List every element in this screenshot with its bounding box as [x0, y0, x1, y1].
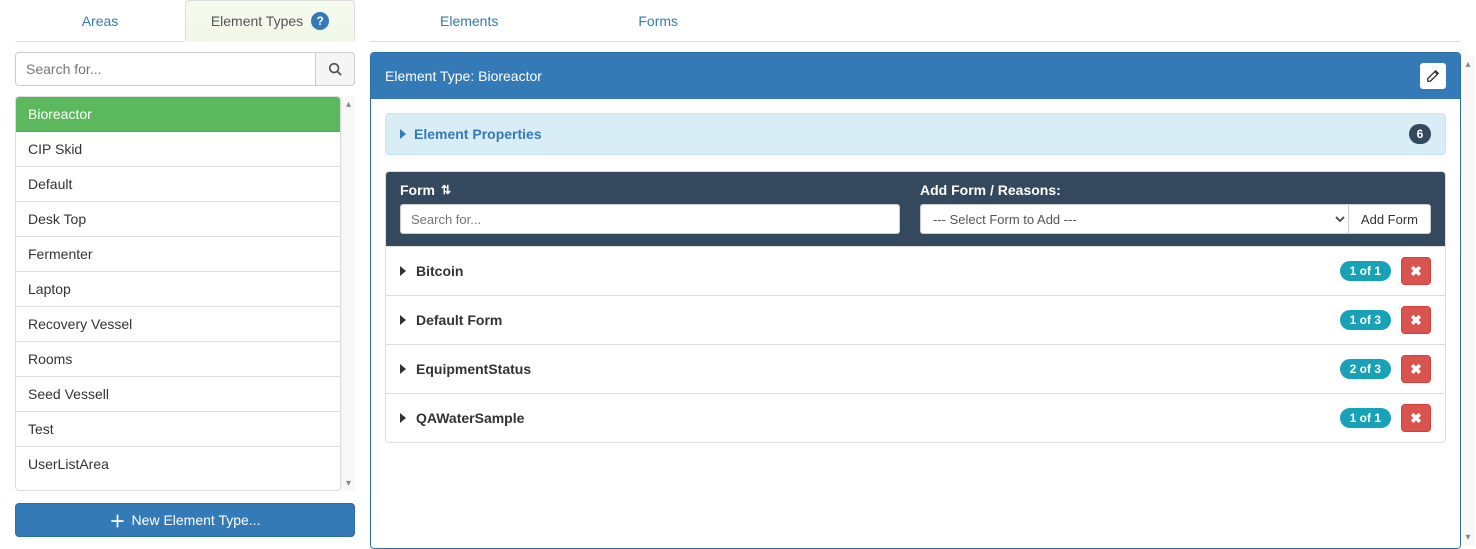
form-row: QAWaterSample 1 of 1 ✖: [386, 393, 1445, 442]
form-count-badge: 2 of 3: [1340, 359, 1391, 379]
chevron-right-icon: [400, 129, 406, 139]
tab-forms-label: Forms: [638, 13, 678, 29]
delete-form-button[interactable]: ✖: [1401, 355, 1431, 383]
scroll-up-icon[interactable]: ▴: [343, 96, 354, 112]
form-section-header: Form ⇅ Add Form / Reasons: --- S: [386, 172, 1445, 246]
list-scrollbar[interactable]: ▴ ▾: [341, 96, 355, 491]
form-name: EquipmentStatus: [416, 361, 531, 377]
properties-count-badge: 6: [1409, 124, 1431, 144]
form-select[interactable]: --- Select Form to Add ---: [920, 204, 1349, 234]
close-icon: ✖: [1410, 312, 1422, 329]
list-item[interactable]: Seed Vessell: [16, 377, 340, 412]
panel-title: Element Type: Bioreactor: [385, 68, 542, 84]
form-column-label: Form: [400, 182, 435, 198]
form-name: Bitcoin: [416, 263, 463, 279]
list-item[interactable]: Desk Top: [16, 202, 340, 237]
sort-icon[interactable]: ⇅: [441, 183, 451, 197]
close-icon: ✖: [1410, 361, 1422, 378]
tab-forms[interactable]: Forms: [608, 3, 708, 39]
element-properties-label: Element Properties: [414, 126, 542, 142]
chevron-right-icon: [400, 413, 406, 423]
tab-element-types-label: Element Types: [211, 13, 303, 29]
chevron-right-icon: [400, 315, 406, 325]
form-section: Form ⇅ Add Form / Reasons: --- S: [385, 171, 1446, 443]
close-icon: ✖: [1410, 410, 1422, 427]
main-content: Elements Forms Element Type: Bioreactor …: [370, 0, 1476, 549]
sidebar-search: [15, 52, 355, 86]
tab-elements[interactable]: Elements: [410, 3, 528, 39]
form-row: EquipmentStatus 2 of 3 ✖: [386, 344, 1445, 393]
form-row-toggle[interactable]: EquipmentStatus: [400, 361, 531, 377]
close-icon: ✖: [1410, 263, 1422, 280]
list-item[interactable]: Test: [16, 412, 340, 447]
form-count-badge: 1 of 1: [1340, 261, 1391, 281]
form-count-badge: 1 of 1: [1340, 408, 1391, 428]
delete-form-button[interactable]: ✖: [1401, 404, 1431, 432]
delete-form-button[interactable]: ✖: [1401, 257, 1431, 285]
delete-form-button[interactable]: ✖: [1401, 306, 1431, 334]
list-item[interactable]: CIP Skid: [16, 132, 340, 167]
form-row-toggle[interactable]: Bitcoin: [400, 263, 463, 279]
form-row: Default Form 1 of 3 ✖: [386, 295, 1445, 344]
chevron-right-icon: [400, 266, 406, 276]
list-item[interactable]: Recovery Vessel: [16, 307, 340, 342]
list-item[interactable]: Rooms: [16, 342, 340, 377]
panel-body: Element Properties 6 Form ⇅: [371, 99, 1460, 548]
form-count-badge: 1 of 3: [1340, 310, 1391, 330]
new-element-type-label: New Element Type...: [132, 512, 261, 528]
element-type-panel: Element Type: Bioreactor Element Propert…: [370, 52, 1461, 549]
pencil-icon: [1426, 69, 1440, 83]
add-form-button-label: Add Form: [1361, 212, 1418, 227]
edit-button[interactable]: [1420, 63, 1446, 89]
list-item[interactable]: Default: [16, 167, 340, 202]
list-item[interactable]: Bioreactor: [16, 97, 340, 132]
sidebar-search-input[interactable]: [15, 52, 315, 86]
tab-element-types[interactable]: Element Types ?: [185, 0, 355, 42]
tab-areas-label: Areas: [82, 13, 119, 29]
add-form-label: Add Form / Reasons:: [920, 182, 1061, 198]
form-search-input[interactable]: [400, 204, 900, 234]
scroll-down-icon[interactable]: ▾: [343, 475, 354, 491]
sidebar-search-button[interactable]: [315, 52, 355, 86]
chevron-right-icon: [400, 364, 406, 374]
right-tabs: Elements Forms: [370, 0, 1461, 42]
form-row: Bitcoin 1 of 1 ✖: [386, 246, 1445, 295]
search-icon: [328, 62, 342, 76]
new-element-type-button[interactable]: ＋ New Element Type...: [15, 503, 355, 537]
left-sidebar: Areas Element Types ? BioreactorCIP Skid…: [0, 0, 370, 549]
add-form-button[interactable]: Add Form: [1349, 204, 1431, 234]
list-item[interactable]: UserListArea: [16, 447, 340, 481]
form-name: Default Form: [416, 312, 502, 328]
element-type-list: BioreactorCIP SkidDefaultDesk TopFerment…: [15, 96, 341, 491]
list-item[interactable]: Fermenter: [16, 237, 340, 272]
element-properties-bar[interactable]: Element Properties 6: [385, 113, 1446, 155]
panel-header: Element Type: Bioreactor: [371, 53, 1460, 99]
plus-icon: ＋: [110, 508, 126, 532]
left-tabs: Areas Element Types ?: [15, 0, 355, 42]
help-icon[interactable]: ?: [311, 12, 329, 30]
tab-areas[interactable]: Areas: [15, 0, 185, 42]
tab-elements-label: Elements: [440, 13, 498, 29]
element-type-list-wrap: BioreactorCIP SkidDefaultDesk TopFerment…: [15, 96, 355, 491]
list-item[interactable]: Laptop: [16, 272, 340, 307]
form-row-toggle[interactable]: Default Form: [400, 312, 502, 328]
form-row-toggle[interactable]: QAWaterSample: [400, 410, 524, 426]
form-name: QAWaterSample: [416, 410, 524, 426]
